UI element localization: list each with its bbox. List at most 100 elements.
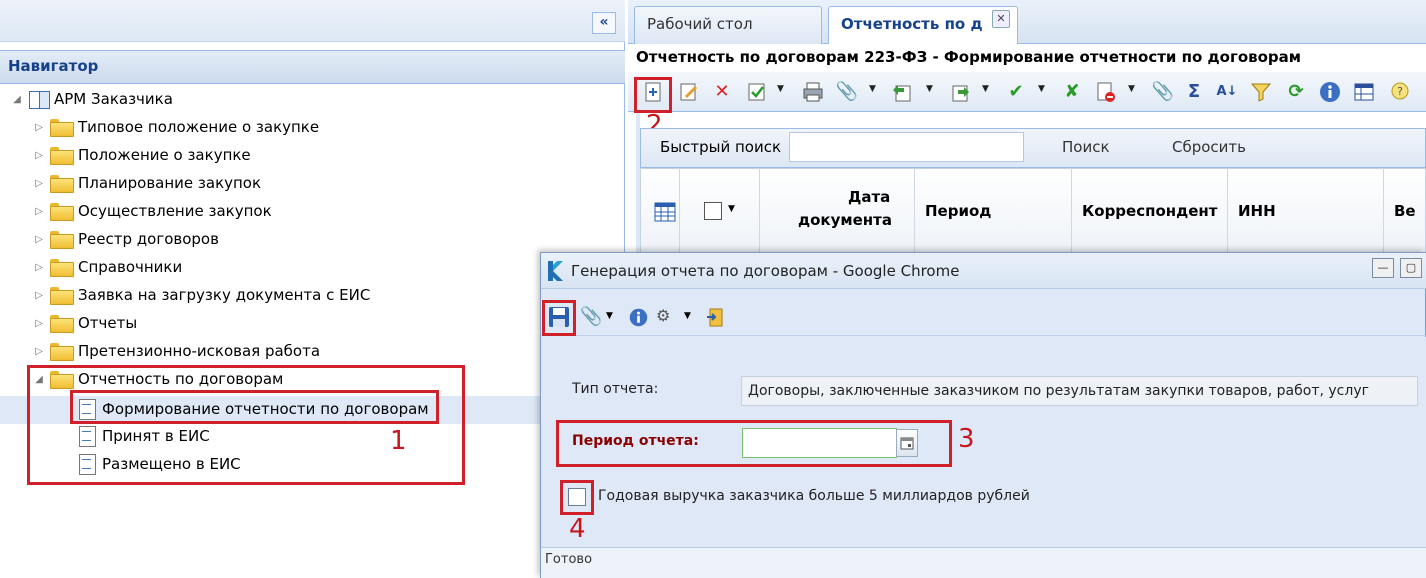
process-icon[interactable]: ⚙ <box>656 306 678 328</box>
search-button[interactable]: Поиск <box>1062 138 1110 156</box>
grid-col-settings[interactable] <box>640 168 680 254</box>
dropdown-arrow-icon[interactable]: ▼ <box>684 311 691 321</box>
tree-item[interactable]: ▷ Отчеты <box>32 310 137 336</box>
cancel-doc-icon[interactable] <box>1094 80 1118 104</box>
attachment-icon[interactable]: 📎 <box>580 306 602 328</box>
print-icon[interactable] <box>801 80 825 104</box>
select-all-checkbox[interactable] <box>704 202 722 220</box>
help-icon[interactable]: ? <box>1388 80 1412 104</box>
collapse-triangle-icon[interactable]: ◢ <box>10 94 24 105</box>
expand-triangle-icon[interactable]: ▷ <box>32 290 46 301</box>
tree-item-label: Претензионно-исковая работа <box>78 342 321 360</box>
quick-search-label: Быстрый поиск <box>660 138 782 156</box>
check-icon[interactable]: ✔ <box>1004 80 1028 104</box>
navigator-title: Навигатор <box>8 57 99 75</box>
quick-search-input[interactable] <box>789 132 1024 162</box>
folder-icon <box>50 175 74 193</box>
dropdown-arrow-icon[interactable]: ▼ <box>1038 84 1045 94</box>
sum-icon[interactable]: Σ <box>1182 80 1206 104</box>
tree-item[interactable]: ▷ Положение о закупке <box>32 142 251 168</box>
filter-icon[interactable] <box>1249 80 1273 104</box>
annotation-box-5 <box>542 300 576 336</box>
chevron-down-icon[interactable]: ▼ <box>728 204 735 214</box>
dropdown-arrow-icon[interactable]: ▼ <box>982 84 989 94</box>
grid-col-inn[interactable]: ИНН <box>1228 168 1384 254</box>
attachment-icon[interactable]: 📎 <box>1151 80 1175 104</box>
tab-close-icon[interactable]: ✕ <box>992 10 1010 28</box>
info-icon[interactable] <box>1318 80 1342 104</box>
expand-triangle-icon[interactable]: ▷ <box>32 262 46 273</box>
col-inn: ИНН <box>1238 202 1276 220</box>
folder-icon <box>50 203 74 221</box>
import-icon[interactable] <box>947 80 971 104</box>
dialog-title: Генерация отчета по договорам - Google C… <box>571 262 960 280</box>
columns-icon[interactable] <box>654 202 676 222</box>
delete-icon[interactable]: ✕ <box>710 80 734 104</box>
expand-triangle-icon[interactable]: ▷ <box>32 206 46 217</box>
folder-icon <box>50 287 74 305</box>
navigator-header: Навигатор <box>0 50 625 84</box>
tab-desktop[interactable]: Рабочий стол <box>634 6 822 44</box>
tree-item-label: Реестр договоров <box>78 230 219 248</box>
tree-item[interactable]: ▷ Осуществление закупок <box>32 198 272 224</box>
tree-item[interactable]: ▷ Планирование закупок <box>32 170 261 196</box>
grid-col-correspondent[interactable]: Корреспондент <box>1072 168 1228 254</box>
tree-item[interactable]: ▷ Справочники <box>32 254 182 280</box>
expand-triangle-icon[interactable]: ▷ <box>32 178 46 189</box>
tab-report[interactable]: Отчетность по д <box>828 6 1018 44</box>
revenue-checkbox-label: Годовая выручка заказчика больше 5 милли… <box>598 488 1030 504</box>
tree-item[interactable]: ▷ Претензионно-исковая работа <box>32 338 320 364</box>
exit-icon[interactable] <box>706 307 726 328</box>
expand-triangle-icon[interactable]: ▷ <box>32 346 46 357</box>
info-icon[interactable] <box>628 307 649 328</box>
sort-icon[interactable]: A↓ <box>1215 80 1239 104</box>
refresh-icon[interactable]: ⟳ <box>1284 80 1308 104</box>
grid-col-period[interactable]: Период <box>915 168 1072 254</box>
grid-col-date[interactable]: Дата документа <box>760 168 915 254</box>
tree-item[interactable]: ▷ Типовое положение о закупке <box>32 114 319 140</box>
report-type-field: Договоры, заключенные заказчиком по резу… <box>741 376 1418 406</box>
tree-root-label: АРМ Заказчика <box>54 90 173 108</box>
expand-triangle-icon[interactable]: ▷ <box>32 234 46 245</box>
reset-button[interactable]: Сбросить <box>1172 138 1246 156</box>
grid-col-partial[interactable]: Ве <box>1384 168 1426 254</box>
tree-item-label: Отчеты <box>78 314 138 332</box>
maximize-button[interactable]: ▢ <box>1400 258 1422 278</box>
workstation-icon <box>28 90 50 109</box>
page-title: Отчетность по договорам 223-ФЗ - Формиро… <box>636 48 1302 66</box>
tree-root[interactable]: ◢ АРМ Заказчика <box>10 86 173 112</box>
grid-col-select[interactable]: ▼ <box>680 168 760 254</box>
uncheck-icon[interactable]: ✘ <box>1060 80 1084 104</box>
edit-icon[interactable] <box>677 80 701 104</box>
dropdown-arrow-icon[interactable]: ▼ <box>606 311 613 321</box>
tree-item-label: Типовое положение о закупке <box>78 118 320 136</box>
collapse-navigator-button[interactable]: « <box>592 12 616 34</box>
annotation-box-1 <box>70 390 439 424</box>
expand-triangle-icon[interactable]: ▷ <box>32 122 46 133</box>
dropdown-arrow-icon[interactable]: ▼ <box>869 84 876 94</box>
expand-triangle-icon[interactable]: ▷ <box>32 318 46 329</box>
folder-icon <box>50 231 74 249</box>
app-logo-icon <box>548 261 563 281</box>
expand-triangle-icon[interactable]: ▷ <box>32 150 46 161</box>
col-date-line2: документа <box>798 211 892 229</box>
tree-item-label: Планирование закупок <box>78 174 262 192</box>
dropdown-arrow-icon[interactable]: ▼ <box>777 84 784 94</box>
annotation-box-outer <box>27 365 465 485</box>
annotation-number-1: 1 <box>390 426 407 456</box>
tree-item-label: Осуществление закупок <box>78 202 272 220</box>
table-settings-icon[interactable] <box>1352 80 1376 104</box>
attachment-icon[interactable]: 📎 <box>835 80 859 104</box>
approve-doc-icon[interactable] <box>745 80 769 104</box>
export-icon[interactable] <box>890 80 914 104</box>
status-bar <box>541 547 1426 578</box>
dropdown-arrow-icon[interactable]: ▼ <box>926 84 933 94</box>
tree-item[interactable]: ▷ Заявка на загрузку документа с ЕИС <box>32 282 370 308</box>
minimize-button[interactable]: — <box>1372 258 1394 278</box>
annotation-number-3: 3 <box>958 424 975 454</box>
col-date-line1: Дата <box>848 188 891 206</box>
col-partial: Ве <box>1394 202 1416 220</box>
dropdown-arrow-icon[interactable]: ▼ <box>1128 84 1135 94</box>
tree-item[interactable]: ▷ Реестр договоров <box>32 226 219 252</box>
annotation-number-4: 4 <box>569 514 586 544</box>
